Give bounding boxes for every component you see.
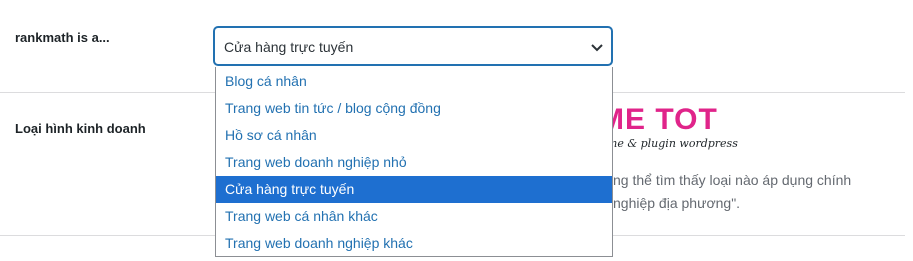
- description-line-1: ng thể tìm thấy loại nào áp dụng chính: [613, 172, 852, 188]
- business-type-label: Loại hình kinh doanh: [15, 121, 146, 136]
- dropdown-option[interactable]: Hồ sơ cá nhân: [216, 122, 612, 149]
- dropdown-option[interactable]: Trang web cá nhân khác: [216, 203, 612, 230]
- rankmath-label: rankmath is a...: [15, 30, 110, 45]
- site-type-select[interactable]: Cửa hàng trực tuyến: [214, 27, 612, 65]
- chevron-down-icon: [591, 44, 603, 52]
- site-type-select-value: Cửa hàng trực tuyến: [224, 39, 354, 55]
- dropdown-option-selected[interactable]: Cửa hàng trực tuyến: [216, 176, 612, 203]
- description-line-2: nghiệp địa phương".: [613, 195, 741, 211]
- site-type-dropdown-list: Blog cá nhân Trang web tin tức / blog cộ…: [215, 67, 613, 257]
- dropdown-option[interactable]: Blog cá nhân: [216, 68, 612, 95]
- dropdown-option[interactable]: Trang web doanh nghiệp khác: [216, 230, 612, 257]
- dropdown-option[interactable]: Trang web tin tức / blog cộng đồng: [216, 95, 612, 122]
- dropdown-option[interactable]: Trang web doanh nghiệp nhỏ: [216, 149, 612, 176]
